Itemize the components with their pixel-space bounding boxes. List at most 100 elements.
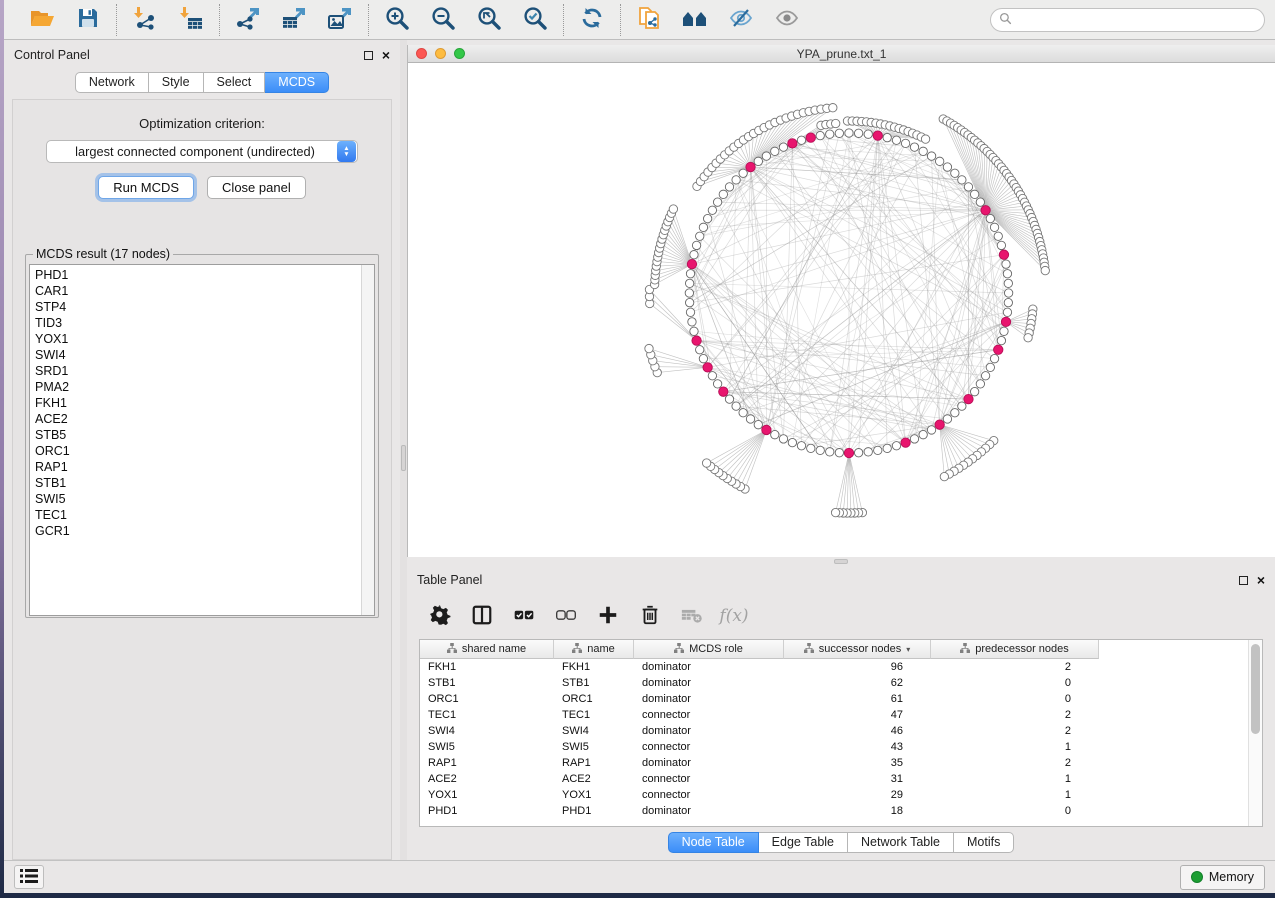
zoom-selected-button[interactable] (520, 6, 550, 34)
network-node[interactable] (826, 130, 834, 138)
column-header-shared-name[interactable]: shared name (420, 640, 554, 659)
refresh-view-button[interactable] (577, 6, 607, 34)
mcds-result-item[interactable]: ORC1 (35, 443, 361, 459)
network-node[interactable] (779, 143, 787, 151)
tab-network-table[interactable]: Network Table (848, 832, 954, 853)
network-node[interactable] (874, 446, 882, 454)
network-node[interactable] (669, 205, 677, 213)
network-node[interactable] (864, 448, 872, 456)
run-mcds-button[interactable]: Run MCDS (98, 176, 194, 199)
network-node[interactable] (797, 136, 805, 144)
network-node[interactable] (725, 395, 733, 403)
mcds-node[interactable] (687, 259, 696, 268)
network-node[interactable] (976, 380, 984, 388)
network-window-titlebar[interactable]: YPA_prune.txt_1 (408, 45, 1275, 63)
table-row[interactable]: ACE2ACE2connector311 (420, 771, 1262, 787)
network-node[interactable] (797, 442, 805, 450)
network-node[interactable] (994, 232, 1002, 240)
network-node[interactable] (686, 270, 694, 278)
mcds-result-item[interactable]: STP4 (35, 299, 361, 315)
close-window-button[interactable] (416, 48, 427, 59)
network-node[interactable] (970, 387, 978, 395)
mcds-node[interactable] (703, 363, 712, 372)
network-node[interactable] (696, 346, 704, 354)
network-node[interactable] (1004, 279, 1012, 287)
network-node[interactable] (739, 169, 747, 177)
network-canvas[interactable] (408, 63, 1275, 557)
network-node[interactable] (754, 157, 762, 165)
network-node[interactable] (696, 232, 704, 240)
table-row[interactable]: SWI4SWI4dominator462 (420, 723, 1262, 739)
network-node[interactable] (699, 223, 707, 231)
table-row[interactable]: PHD1PHD1dominator180 (420, 803, 1262, 819)
table-row[interactable]: RAP1RAP1dominator352 (420, 755, 1262, 771)
network-node[interactable] (713, 198, 721, 206)
search-input[interactable] (1018, 13, 1256, 27)
network-node[interactable] (779, 435, 787, 443)
network-node[interactable] (964, 183, 972, 191)
mcds-node[interactable] (935, 420, 944, 429)
import-network-button[interactable] (130, 6, 160, 34)
tab-select[interactable]: Select (204, 72, 266, 93)
network-node[interactable] (958, 176, 966, 184)
mcds-node[interactable] (844, 448, 853, 457)
network-node[interactable] (708, 206, 716, 214)
network-node[interactable] (713, 380, 721, 388)
network-node[interactable] (685, 279, 693, 287)
mcds-result-item[interactable]: PHD1 (35, 267, 361, 283)
tab-network[interactable]: Network (75, 72, 149, 93)
network-node[interactable] (725, 183, 733, 191)
network-node[interactable] (1004, 298, 1012, 306)
network-node[interactable] (788, 438, 796, 446)
splitter-handle[interactable] (401, 445, 406, 471)
mcds-result-item[interactable]: GCR1 (35, 523, 361, 539)
mcds-node[interactable] (719, 387, 728, 396)
mcds-node[interactable] (806, 133, 815, 142)
column-header-predecessor-nodes[interactable]: predecessor nodes (931, 640, 1099, 659)
network-node[interactable] (927, 426, 935, 434)
horizontal-splitter[interactable] (407, 557, 1275, 565)
mcds-node[interactable] (873, 131, 882, 140)
network-node[interactable] (816, 446, 824, 454)
delete-column-button[interactable] (635, 601, 665, 631)
tab-mcds[interactable]: MCDS (265, 72, 329, 93)
table-row[interactable]: SWI5SWI5connector431 (420, 739, 1262, 755)
network-node[interactable] (958, 402, 966, 410)
mcds-node[interactable] (692, 336, 701, 345)
network-node[interactable] (864, 130, 872, 138)
function-builder-button[interactable]: f(x) (719, 601, 749, 631)
mcds-result-item[interactable]: SRD1 (35, 363, 361, 379)
float-panel-icon[interactable] (1239, 576, 1248, 585)
mcds-result-item[interactable]: TID3 (35, 315, 361, 331)
network-node[interactable] (835, 449, 843, 457)
mcds-result-item[interactable]: RAP1 (35, 459, 361, 475)
network-node[interactable] (981, 372, 989, 380)
network-node[interactable] (910, 435, 918, 443)
mcds-node[interactable] (746, 162, 755, 171)
memory-button[interactable]: Memory (1180, 865, 1265, 890)
network-node[interactable] (951, 169, 959, 177)
tab-edge-table[interactable]: Edge Table (759, 832, 848, 853)
mcds-result-item[interactable]: ACE2 (35, 411, 361, 427)
table-row[interactable]: STB1STB1dominator620 (420, 675, 1262, 691)
network-node[interactable] (708, 372, 716, 380)
tab-node-table[interactable]: Node Table (668, 832, 759, 853)
close-panel-icon[interactable]: × (382, 51, 390, 60)
column-header-successor-nodes[interactable]: successor nodes▾ (784, 640, 931, 659)
network-node[interactable] (1000, 327, 1008, 335)
mcds-result-item[interactable]: FKH1 (35, 395, 361, 411)
float-panel-icon[interactable] (364, 51, 373, 60)
network-node[interactable] (883, 133, 891, 141)
close-panel-button[interactable]: Close panel (207, 176, 306, 199)
network-node[interactable] (835, 129, 843, 137)
network-node[interactable] (702, 459, 710, 467)
column-header-name[interactable]: name (554, 640, 634, 659)
network-node[interactable] (762, 152, 770, 160)
network-node[interactable] (746, 415, 754, 423)
network-node[interactable] (807, 444, 815, 452)
network-node[interactable] (685, 289, 693, 297)
vertical-splitter[interactable] (400, 40, 407, 860)
mcds-result-item[interactable]: YOX1 (35, 331, 361, 347)
open-file-button[interactable] (27, 6, 57, 34)
network-node[interactable] (990, 223, 998, 231)
